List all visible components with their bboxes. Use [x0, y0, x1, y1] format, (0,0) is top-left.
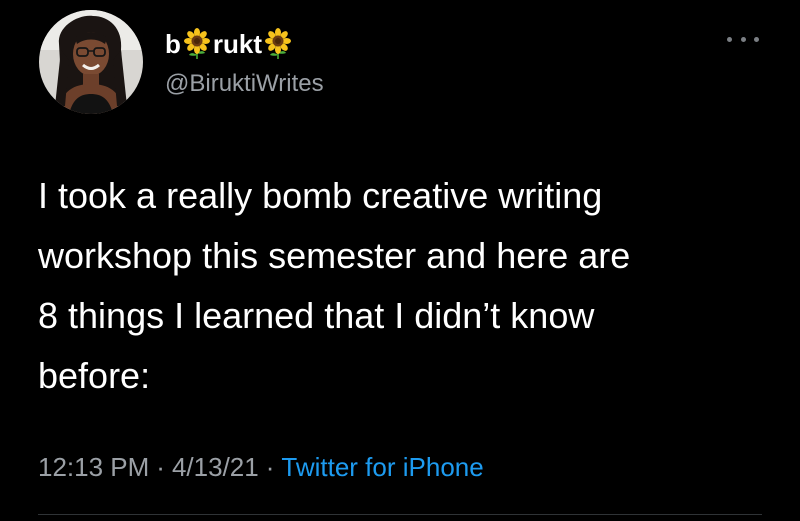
tweet-date[interactable]: 4/13/21: [172, 452, 259, 482]
display-name-part1: b: [165, 28, 181, 59]
tweet-metadata: 12:13 PM · 4/13/21 · Twitter for iPhone: [38, 452, 484, 483]
meta-separator: ·: [265, 452, 275, 482]
ellipsis-icon[interactable]: [727, 31, 759, 47]
tweet-text-line: before:: [38, 355, 151, 396]
tweet-card: b rukt @BiruktiWrites I took a really bo…: [0, 0, 800, 521]
tweet-text-line: workshop this semester and here are: [38, 235, 631, 276]
ellipsis-dot: [754, 36, 759, 42]
tweet-source-link[interactable]: Twitter for iPhone: [281, 452, 483, 482]
ellipsis-dot: [740, 36, 746, 42]
sunflower-icon: [183, 28, 210, 59]
display-name[interactable]: b rukt: [165, 24, 294, 64]
sunflower-icon: [265, 28, 292, 59]
meta-separator: ·: [156, 452, 165, 482]
tweet-text-line: 8 things I learned that I didn’t know: [38, 295, 595, 336]
display-name-part2: rukt: [212, 28, 263, 59]
tweet-time[interactable]: 12:13 PM: [38, 452, 149, 482]
avatar[interactable]: [39, 10, 143, 114]
avatar-image: [39, 10, 143, 114]
tweet-text: I took a really bomb creative writing wo…: [38, 166, 768, 406]
ellipsis-dot: [727, 36, 732, 42]
divider: [38, 514, 762, 515]
user-handle[interactable]: @BiruktiWrites: [165, 70, 324, 98]
tweet-text-line: I took a really bomb creative writing: [38, 175, 603, 216]
